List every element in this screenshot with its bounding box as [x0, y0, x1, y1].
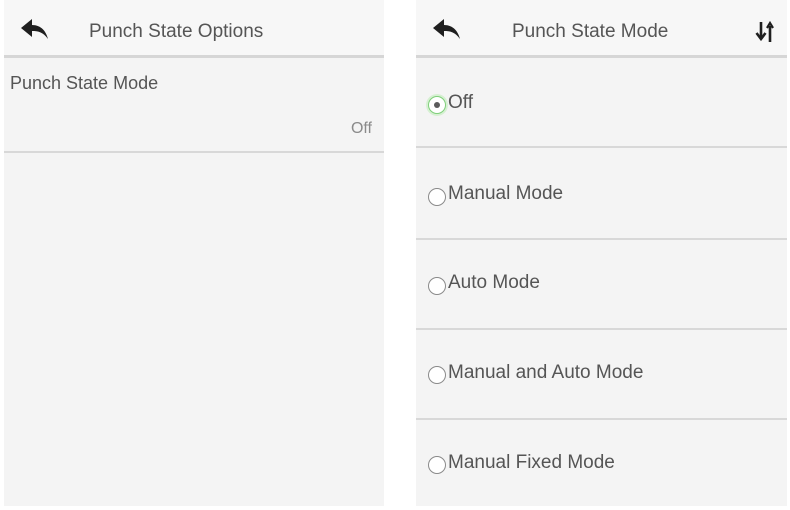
sort-arrows-icon[interactable]: [753, 20, 777, 44]
punch-state-mode-screen: Punch State Mode Off Manual Mode Auto Mo…: [416, 0, 787, 506]
back-arrow-icon[interactable]: [20, 18, 50, 40]
option-manual-mode[interactable]: Manual Mode: [416, 150, 787, 240]
option-label: Manual Mode: [448, 183, 564, 204]
radio-button[interactable]: [428, 366, 446, 384]
option-off[interactable]: Off: [416, 58, 787, 148]
punch-state-options-screen: Punch State Options Punch State Mode Off: [4, 0, 384, 506]
back-arrow-icon[interactable]: [432, 18, 462, 40]
radio-button-selected[interactable]: [428, 96, 446, 114]
setting-label: Punch State Mode: [10, 73, 159, 93]
header-bar: Punch State Mode: [416, 0, 787, 58]
setting-row-punch-state-mode[interactable]: Punch State Mode Off: [4, 58, 384, 153]
page-title: Punch State Options: [89, 21, 264, 42]
radio-button[interactable]: [428, 277, 446, 295]
option-label: Manual and Auto Mode: [448, 362, 644, 383]
setting-value: Off: [350, 120, 372, 137]
option-label: Off: [448, 92, 473, 113]
header-bar: Punch State Options: [4, 0, 384, 58]
radio-button[interactable]: [428, 188, 446, 206]
option-manual-and-auto-mode[interactable]: Manual and Auto Mode: [416, 330, 787, 420]
radio-button[interactable]: [428, 456, 446, 474]
option-manual-fixed-mode[interactable]: Manual Fixed Mode: [416, 420, 787, 510]
option-label: Manual Fixed Mode: [448, 452, 615, 473]
page-title: Punch State Mode: [512, 21, 669, 42]
option-auto-mode[interactable]: Auto Mode: [416, 240, 787, 330]
option-label: Auto Mode: [448, 272, 540, 293]
